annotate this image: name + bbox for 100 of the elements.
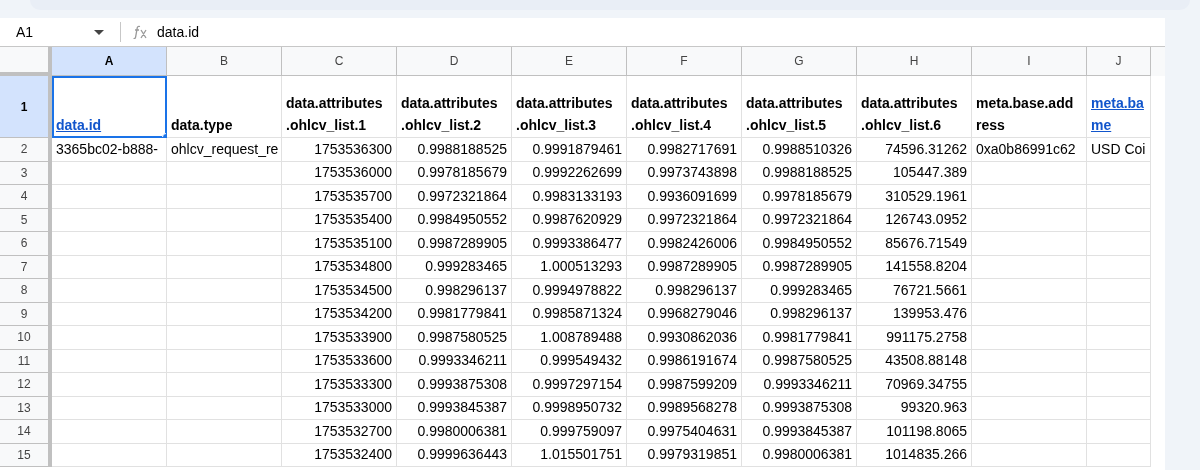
corner-cell[interactable] bbox=[0, 47, 52, 76]
table-cell[interactable]: 0.9985871324 bbox=[512, 302, 627, 326]
table-cell[interactable] bbox=[1087, 232, 1151, 256]
table-cell[interactable]: 310529.1961 bbox=[857, 185, 972, 209]
table-cell[interactable]: 0.9980006381 bbox=[742, 443, 857, 467]
table-cell[interactable]: 1753533900 bbox=[282, 326, 397, 350]
table-cell[interactable]: data.attributes .ohlcv_list.1 bbox=[282, 76, 397, 138]
table-cell[interactable]: 1753535100 bbox=[282, 232, 397, 256]
table-cell[interactable]: 1753535400 bbox=[282, 208, 397, 232]
row-header[interactable]: 4 bbox=[0, 185, 52, 209]
table-cell[interactable]: 0.9993386477 bbox=[512, 232, 627, 256]
table-cell[interactable]: 1753536000 bbox=[282, 161, 397, 185]
table-cell[interactable] bbox=[1087, 396, 1151, 420]
table-cell[interactable]: USD Coi bbox=[1087, 138, 1151, 162]
table-cell[interactable] bbox=[167, 326, 282, 350]
table-cell[interactable] bbox=[167, 373, 282, 397]
table-cell[interactable]: 0.9999636443 bbox=[397, 443, 512, 467]
table-cell[interactable] bbox=[167, 302, 282, 326]
column-header[interactable]: B bbox=[167, 47, 282, 76]
table-cell[interactable] bbox=[1087, 373, 1151, 397]
table-cell[interactable]: 0.9984950552 bbox=[742, 232, 857, 256]
table-cell[interactable] bbox=[1087, 185, 1151, 209]
table-cell[interactable] bbox=[52, 373, 167, 397]
table-cell[interactable] bbox=[167, 208, 282, 232]
table-cell[interactable]: 126743.0952 bbox=[857, 208, 972, 232]
table-cell[interactable]: 85676.71549 bbox=[857, 232, 972, 256]
table-cell[interactable]: 0.9992262699 bbox=[512, 161, 627, 185]
table-cell[interactable]: 1.008789488 bbox=[512, 326, 627, 350]
table-cell[interactable]: 0.9930862036 bbox=[627, 326, 742, 350]
table-cell[interactable]: 0.999283465 bbox=[397, 255, 512, 279]
table-cell[interactable]: 0.9984950552 bbox=[397, 208, 512, 232]
column-header[interactable]: C bbox=[282, 47, 397, 76]
table-cell[interactable] bbox=[1087, 255, 1151, 279]
table-cell[interactable] bbox=[167, 255, 282, 279]
table-cell[interactable] bbox=[972, 232, 1087, 256]
table-cell[interactable]: 0.9993845387 bbox=[397, 396, 512, 420]
column-header[interactable]: G bbox=[742, 47, 857, 76]
table-cell[interactable] bbox=[167, 349, 282, 373]
table-cell[interactable]: 0.999283465 bbox=[742, 279, 857, 303]
link-text[interactable]: data.id bbox=[56, 114, 102, 136]
table-cell[interactable]: 0.9981779841 bbox=[742, 326, 857, 350]
table-cell[interactable] bbox=[52, 255, 167, 279]
table-cell[interactable]: 0.9987580525 bbox=[742, 349, 857, 373]
table-cell[interactable] bbox=[167, 443, 282, 467]
table-cell[interactable]: 0.998296137 bbox=[742, 302, 857, 326]
table-cell[interactable] bbox=[52, 185, 167, 209]
table-cell[interactable]: 0.9978185679 bbox=[397, 161, 512, 185]
table-cell[interactable] bbox=[52, 326, 167, 350]
table-cell[interactable] bbox=[1087, 302, 1151, 326]
row-header[interactable]: 5 bbox=[0, 208, 52, 232]
table-cell[interactable]: 1014835.266 bbox=[857, 443, 972, 467]
table-cell[interactable] bbox=[972, 185, 1087, 209]
table-cell[interactable]: 0.9991879461 bbox=[512, 138, 627, 162]
table-cell[interactable]: 1753536300 bbox=[282, 138, 397, 162]
table-cell[interactable]: 0.9982717691 bbox=[627, 138, 742, 162]
row-header[interactable]: 8 bbox=[0, 279, 52, 303]
row-header[interactable]: 10 bbox=[0, 326, 52, 350]
table-cell[interactable]: 1753532700 bbox=[282, 420, 397, 444]
row-header[interactable]: 7 bbox=[0, 255, 52, 279]
table-cell[interactable]: 0.9980006381 bbox=[397, 420, 512, 444]
table-cell[interactable] bbox=[1087, 349, 1151, 373]
column-header[interactable]: A bbox=[52, 47, 167, 76]
name-box[interactable]: A1 bbox=[0, 20, 112, 44]
table-cell[interactable]: 0.9993875308 bbox=[742, 396, 857, 420]
table-cell[interactable]: 0.9973743898 bbox=[627, 161, 742, 185]
table-cell[interactable]: data.attributes .ohlcv_list.4 bbox=[627, 76, 742, 138]
table-cell[interactable]: 0.9993346211 bbox=[742, 373, 857, 397]
link-text[interactable]: meta.ba me bbox=[1091, 92, 1144, 136]
table-cell[interactable]: 1753533000 bbox=[282, 396, 397, 420]
table-cell[interactable] bbox=[1087, 420, 1151, 444]
table-cell[interactable]: 101198.8065 bbox=[857, 420, 972, 444]
table-cell[interactable]: 0.9993875308 bbox=[397, 373, 512, 397]
table-cell[interactable]: data.attributes .ohlcv_list.3 bbox=[512, 76, 627, 138]
row-header[interactable]: 2 bbox=[0, 138, 52, 162]
table-cell[interactable]: 1753532400 bbox=[282, 443, 397, 467]
table-cell[interactable] bbox=[972, 396, 1087, 420]
table-cell[interactable] bbox=[52, 161, 167, 185]
table-cell[interactable]: 0.999759097 bbox=[512, 420, 627, 444]
row-header[interactable]: 3 bbox=[0, 161, 52, 185]
table-cell[interactable] bbox=[1087, 208, 1151, 232]
table-cell[interactable]: 0.9993346211 bbox=[397, 349, 512, 373]
table-cell[interactable]: 0xa0b86991c62 bbox=[972, 138, 1087, 162]
table-cell[interactable]: 105447.389 bbox=[857, 161, 972, 185]
table-cell[interactable]: 43508.88148 bbox=[857, 349, 972, 373]
table-cell[interactable]: 0.9987289905 bbox=[742, 255, 857, 279]
table-cell[interactable]: 1753534500 bbox=[282, 279, 397, 303]
table-cell[interactable] bbox=[972, 302, 1087, 326]
table-cell[interactable] bbox=[167, 232, 282, 256]
table-cell[interactable]: 0.9993845387 bbox=[742, 420, 857, 444]
table-cell[interactable] bbox=[1087, 161, 1151, 185]
table-cell[interactable] bbox=[972, 255, 1087, 279]
row-header[interactable]: 13 bbox=[0, 396, 52, 420]
row-header[interactable]: 1 bbox=[0, 76, 52, 138]
table-cell[interactable]: data.id bbox=[52, 76, 167, 138]
table-cell[interactable] bbox=[52, 302, 167, 326]
table-cell[interactable] bbox=[1087, 279, 1151, 303]
row-header[interactable]: 6 bbox=[0, 232, 52, 256]
table-cell[interactable] bbox=[1087, 443, 1151, 467]
table-cell[interactable]: 139953.476 bbox=[857, 302, 972, 326]
table-cell[interactable] bbox=[972, 420, 1087, 444]
